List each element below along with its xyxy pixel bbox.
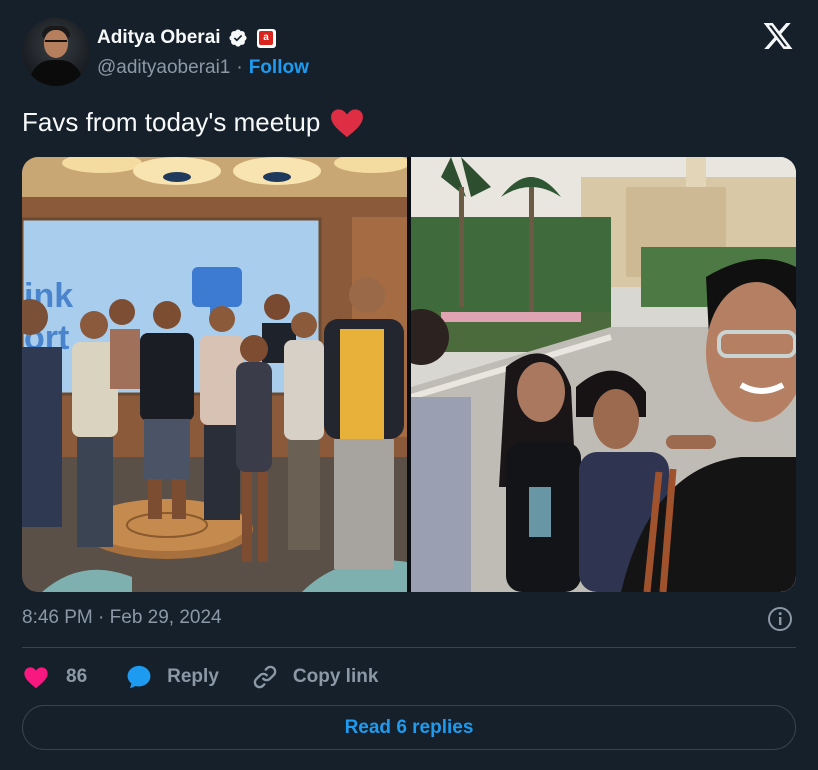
media-grid: ink ort xyxy=(22,157,796,592)
info-icon[interactable] xyxy=(767,606,793,632)
follow-button[interactable]: Follow xyxy=(249,57,309,79)
read-replies-button[interactable]: Read 6 replies xyxy=(22,705,796,750)
group-photo[interactable]: ink ort xyxy=(22,157,407,592)
copy-link-label: Copy link xyxy=(292,666,379,687)
author-name-row: Aditya Oberai a xyxy=(97,25,276,51)
group-photo-image: ink ort xyxy=(22,157,407,592)
copy-link-button[interactable]: Copy link xyxy=(251,663,379,691)
link-icon xyxy=(253,665,277,689)
heart-icon xyxy=(24,667,48,689)
tweet-text: Favs from today's meetup xyxy=(22,107,364,138)
author-handle-row: @adityaoberai1 · Follow xyxy=(97,57,309,79)
like-count: 86 xyxy=(66,666,88,687)
reply-bubble-icon xyxy=(127,665,151,689)
author-handle[interactable]: @adityaoberai1 xyxy=(97,57,230,79)
separator-dot: · xyxy=(236,57,243,78)
action-bar: 86 Reply Copy link xyxy=(22,661,378,693)
author-name[interactable]: Aditya Oberai xyxy=(97,27,221,49)
reply-label: Reply xyxy=(167,666,219,687)
tweet-timestamp[interactable]: 8:46 PM · Feb 29, 2024 xyxy=(22,607,222,629)
affiliate-badge-icon[interactable]: a xyxy=(256,28,276,48)
red-heart-icon xyxy=(331,108,364,137)
verified-badge-icon xyxy=(229,29,247,47)
like-button[interactable]: 86 xyxy=(22,663,87,691)
selfie-photo[interactable] xyxy=(411,157,796,592)
author-avatar[interactable] xyxy=(22,18,90,86)
selfie-photo-image xyxy=(411,157,796,592)
tweet-body: Favs from today's meetup xyxy=(22,107,321,137)
reply-button[interactable]: Reply xyxy=(125,663,219,691)
x-logo-icon[interactable] xyxy=(762,20,794,52)
divider xyxy=(22,647,796,648)
tweet-embed-card: Aditya Oberai a @adityaoberai1 · Follow … xyxy=(0,0,818,770)
